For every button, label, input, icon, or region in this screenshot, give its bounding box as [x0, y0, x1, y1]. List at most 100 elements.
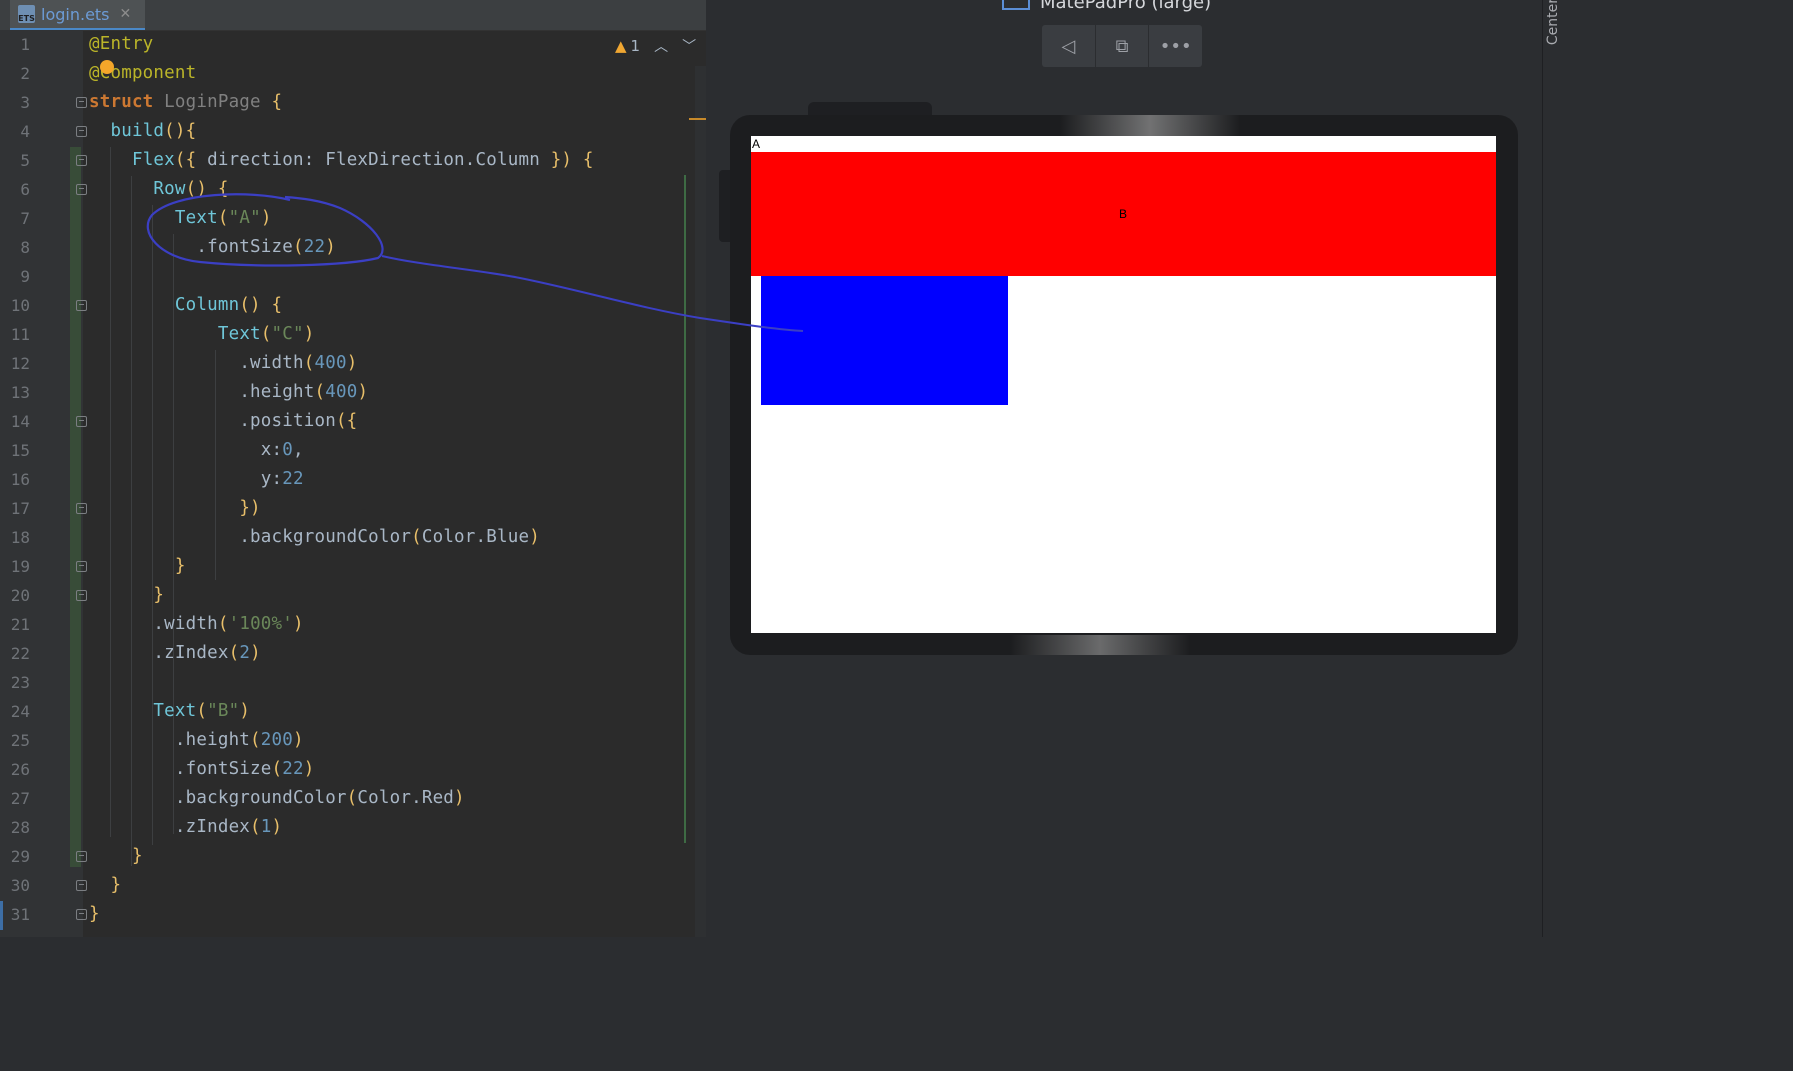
- code-line[interactable]: Text("B"): [89, 697, 250, 726]
- code-line[interactable]: }: [89, 900, 100, 929]
- line-number: 17: [10, 499, 30, 518]
- code-token: 200: [260, 730, 294, 750]
- code-line[interactable]: Text("C"): [89, 320, 315, 349]
- back-button[interactable]: ◁: [1042, 25, 1096, 67]
- side-tool-window-strip[interactable]: Center: [1542, 0, 1569, 937]
- code-area[interactable]: @Entry @Component struct LoginPage { build…: [89, 30, 691, 937]
- code-line[interactable]: @Entry: [89, 30, 153, 59]
- fold-toggle-icon[interactable]: [76, 880, 87, 891]
- text-b-red-box: B: [751, 152, 1496, 276]
- fold-toggle-icon[interactable]: [76, 416, 87, 427]
- fold-toggle-icon[interactable]: [76, 184, 87, 195]
- warning-stripe[interactable]: [689, 118, 707, 120]
- code-line[interactable]: x:0,: [89, 436, 304, 465]
- code-token: .position: [239, 411, 336, 431]
- code-line[interactable]: build(){: [89, 117, 196, 146]
- code-token: 2: [239, 643, 251, 663]
- fold-toggle-icon[interactable]: [76, 590, 87, 601]
- line-number: 26: [10, 760, 30, 779]
- code-line[interactable]: .width('100%'): [89, 610, 304, 639]
- code-line[interactable]: Flex({ direction: FlexDirection.Column }…: [89, 146, 594, 175]
- fold-toggle-icon[interactable]: [76, 300, 87, 311]
- code-token: }: [89, 904, 100, 924]
- code-token: ({: [335, 411, 358, 431]
- code-token: ): [325, 237, 336, 257]
- code-token: .fontSize: [196, 237, 293, 257]
- code-line[interactable]: }: [89, 552, 186, 581]
- code-token: .fontSize: [174, 759, 272, 779]
- code-line[interactable]: y:22: [89, 465, 304, 494]
- next-highlight-icon[interactable]: ﹀: [682, 36, 696, 56]
- device-title[interactable]: MatePadPro (large): [1002, 0, 1211, 13]
- code-line[interactable]: }: [89, 842, 143, 871]
- code-line[interactable]: }): [89, 494, 261, 523]
- fold-toggle-icon[interactable]: [76, 126, 87, 137]
- line-number: 4: [20, 122, 30, 141]
- code-line[interactable]: struct LoginPage {: [89, 88, 282, 117]
- code-token: (: [260, 324, 272, 344]
- intention-bulb-icon[interactable]: [100, 60, 114, 74]
- code-line[interactable]: .position({: [89, 407, 357, 436]
- previous-highlight-icon[interactable]: ︿: [654, 36, 668, 56]
- code-line[interactable]: .fontSize(22): [89, 233, 336, 262]
- vertical-scrollbar[interactable]: [689, 66, 707, 937]
- code-line[interactable]: .zIndex(1): [89, 813, 282, 842]
- code-token: '100%': [228, 614, 294, 634]
- code-token: }: [153, 585, 165, 605]
- code-token: .width: [239, 353, 304, 373]
- device-screen[interactable]: B A: [751, 136, 1496, 633]
- code-line[interactable]: .zIndex(2): [89, 639, 261, 668]
- code-token: ({: [174, 150, 208, 170]
- code-line[interactable]: }: [89, 581, 164, 610]
- center-tab[interactable]: Center: [1545, 0, 1561, 45]
- code-line[interactable]: Text("A"): [89, 204, 272, 233]
- code-line[interactable]: .backgroundColor(Color.Red): [89, 784, 465, 813]
- code-line[interactable]: }: [89, 871, 121, 900]
- code-token: (: [250, 730, 261, 750]
- more-button[interactable]: •••: [1149, 25, 1202, 67]
- inspection-widget[interactable]: ▲ 1 ︿ ﹀: [615, 36, 696, 56]
- line-number: 2: [20, 64, 30, 83]
- code-line[interactable]: .backgroundColor(Color.Blue): [89, 523, 540, 552]
- code-token: }: [174, 556, 186, 576]
- fold-toggle-icon[interactable]: [76, 97, 87, 108]
- tab-login-ets[interactable]: ETS login.ets ✕: [10, 0, 146, 30]
- code-token: 400: [325, 382, 358, 402]
- change-marker: [684, 175, 686, 843]
- code-token: ): [293, 614, 304, 634]
- fold-toggle-icon[interactable]: [76, 155, 87, 166]
- code-line[interactable]: Row() {: [89, 175, 229, 204]
- fold-toggle-icon[interactable]: [76, 561, 87, 572]
- code-line[interactable]: .fontSize(22): [89, 755, 315, 784]
- code-line[interactable]: .height(200): [89, 726, 304, 755]
- code-token: ): [357, 382, 369, 402]
- code-token: "C": [271, 324, 304, 344]
- code-line[interactable]: .width(400): [89, 349, 357, 378]
- previewer-panel: MatePadPro (large) ◁ ⧉ ••• B A: [706, 0, 1542, 937]
- code-token: .backgroundColor: [174, 788, 347, 808]
- fold-toggle-icon[interactable]: [76, 909, 87, 920]
- code-editor[interactable]: ETS login.ets ✕ 1 2 3 4 5 6 7 8 9 10 11 12 13 14 15 16 1…: [0, 0, 707, 937]
- code-line[interactable]: Column() {: [89, 291, 282, 320]
- code-line[interactable]: .height(400): [89, 378, 368, 407]
- line-number: 5: [20, 151, 30, 170]
- frame-highlight: [1060, 115, 1240, 137]
- fold-toggle-icon[interactable]: [76, 851, 87, 862]
- code-token: (: [314, 382, 326, 402]
- fold-toggle-icon[interactable]: [76, 503, 87, 514]
- frame-highlight: [1010, 635, 1190, 655]
- close-tab-icon[interactable]: ✕: [120, 6, 132, 22]
- code-token: Text: [174, 208, 218, 228]
- rotate-button[interactable]: ⧉: [1096, 25, 1150, 67]
- code-token: (: [346, 788, 358, 808]
- device-name: MatePadPro (large): [1040, 0, 1212, 13]
